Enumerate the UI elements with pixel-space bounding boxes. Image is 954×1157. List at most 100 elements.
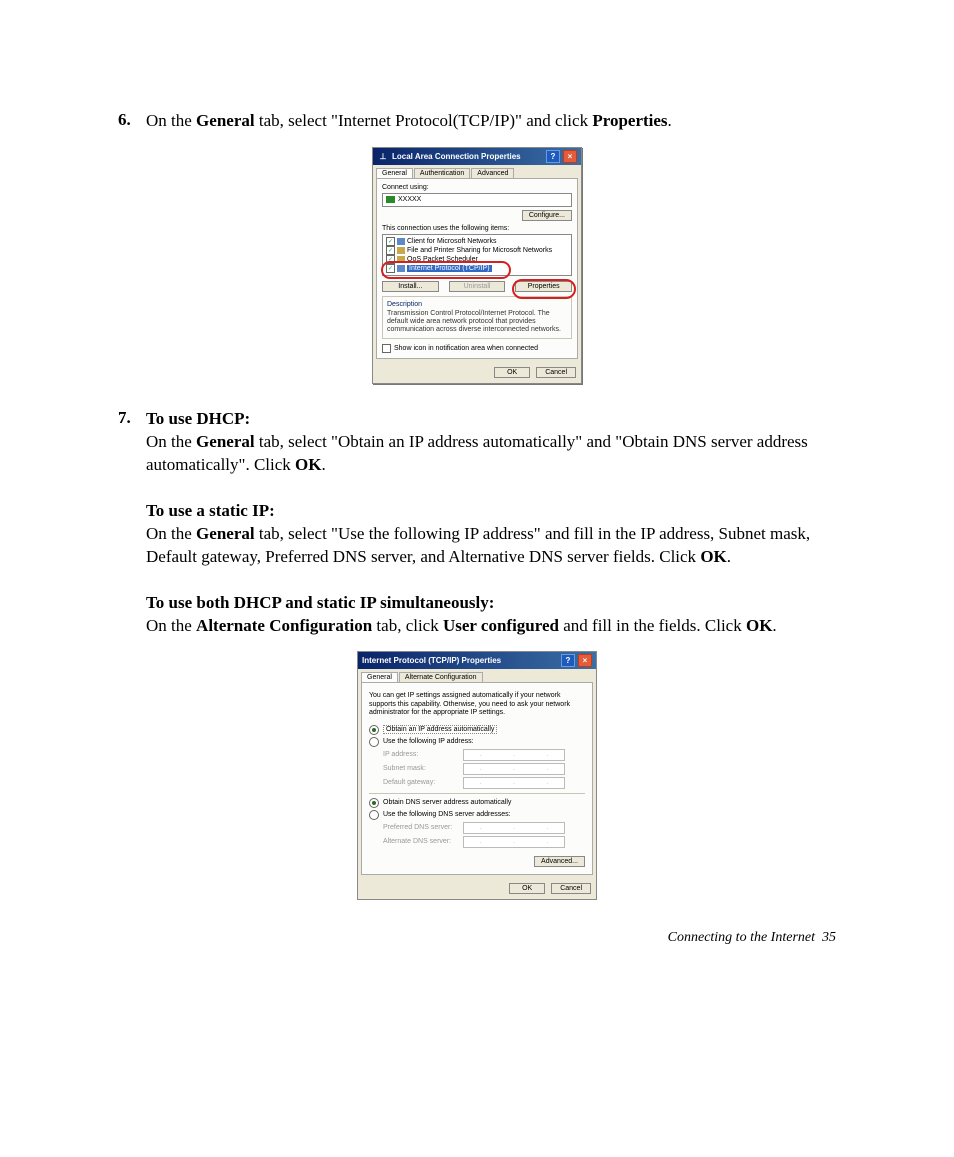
ip-input: ... xyxy=(463,836,565,848)
tab-general[interactable]: General xyxy=(361,672,398,682)
tab-advanced[interactable]: Advanced xyxy=(471,168,514,178)
heading-static: To use a static IP: xyxy=(146,501,275,520)
dialog-panel: You can get IP settings assigned automat… xyxy=(361,682,593,874)
tab-general[interactable]: General xyxy=(376,168,413,178)
bold-ok: OK xyxy=(295,455,321,474)
checkbox-icon[interactable] xyxy=(386,264,395,273)
properties-button[interactable]: Properties xyxy=(515,281,572,292)
intro-text: You can get IP settings assigned automat… xyxy=(369,692,585,716)
configure-button[interactable]: Configure... xyxy=(522,210,572,221)
uninstall-button: Uninstall xyxy=(449,281,506,292)
bold-ok: OK xyxy=(746,616,772,635)
radio-icon[interactable] xyxy=(369,725,379,735)
checkbox-icon[interactable] xyxy=(386,237,395,246)
figure-1-wrapper: ⊥ Local Area Connection Properties ? × G… xyxy=(118,147,836,384)
item-icon xyxy=(397,265,405,272)
adapter-field: XXXXX xyxy=(382,193,572,207)
bold-general: General xyxy=(196,111,255,130)
help-icon[interactable]: ? xyxy=(546,150,560,163)
radio-row-obtain-ip[interactable]: Obtain an IP address automatically xyxy=(369,725,585,735)
titlebar-icon: ⊥ xyxy=(377,151,389,162)
radio-label: Use the following DNS server addresses: xyxy=(383,811,511,818)
text: On the xyxy=(146,616,196,635)
list-item[interactable]: Client for Microsoft Networks xyxy=(385,237,569,246)
step-body: To use DHCP: On the General tab, select … xyxy=(146,408,836,637)
radio-row-use-ip[interactable]: Use the following IP address: xyxy=(369,737,585,747)
radio-row-obtain-dns[interactable]: Obtain DNS server address automatically xyxy=(369,798,585,808)
item-label: Internet Protocol (TCP/IP) xyxy=(407,265,492,272)
advanced-button[interactable]: Advanced... xyxy=(534,856,585,867)
document-page: 6. On the General tab, select "Internet … xyxy=(0,0,954,986)
field-label: Default gateway: xyxy=(383,779,463,786)
description-group: Description Transmission Control Protoco… xyxy=(382,296,572,339)
item-icon xyxy=(397,238,405,245)
dialog-panel: Connect using: XXXXX Configure... This c… xyxy=(376,178,578,359)
radio-row-use-dns[interactable]: Use the following DNS server addresses: xyxy=(369,810,585,820)
text: On the xyxy=(146,432,196,451)
radio-icon[interactable] xyxy=(369,798,379,808)
radio-icon[interactable] xyxy=(369,810,379,820)
show-icon-row[interactable]: Show icon in notification area when conn… xyxy=(382,344,572,353)
step-number: 6. xyxy=(118,110,146,133)
checkbox-icon[interactable] xyxy=(382,344,391,353)
bold-general: General xyxy=(196,524,255,543)
page-number: 35 xyxy=(822,930,836,945)
text: . xyxy=(668,111,672,130)
field-ip: IP address:... xyxy=(383,749,585,761)
item-label: Client for Microsoft Networks xyxy=(407,238,496,245)
dialog-button-row: OK Cancel xyxy=(358,878,596,899)
cancel-button[interactable]: Cancel xyxy=(551,883,591,894)
dialog-button-row: OK Cancel xyxy=(373,362,581,383)
lan-properties-dialog: ⊥ Local Area Connection Properties ? × G… xyxy=(372,147,582,384)
text: and fill in the fields. Click xyxy=(559,616,746,635)
items-list: Client for Microsoft Networks File and P… xyxy=(382,234,572,276)
dialog-title: Internet Protocol (TCP/IP) Properties xyxy=(362,656,501,665)
adapter-icon xyxy=(386,196,395,203)
ip-input: ... xyxy=(463,763,565,775)
list-item-tcpip[interactable]: Internet Protocol (TCP/IP) xyxy=(385,264,569,273)
show-icon-label: Show icon in notification area when conn… xyxy=(394,345,538,352)
field-dns2: Alternate DNS server:... xyxy=(383,836,585,848)
field-label: Alternate DNS server: xyxy=(383,838,463,845)
checkbox-icon[interactable] xyxy=(386,255,395,264)
close-icon[interactable]: × xyxy=(563,150,577,163)
tab-authentication[interactable]: Authentication xyxy=(414,168,470,178)
text: On the xyxy=(146,524,196,543)
button-row: Install... Uninstall Properties xyxy=(382,281,572,292)
field-gateway: Default gateway:... xyxy=(383,777,585,789)
text: tab, select "Internet Protocol(TCP/IP)" … xyxy=(255,111,593,130)
radio-icon[interactable] xyxy=(369,737,379,747)
connect-using-label: Connect using: xyxy=(382,184,572,191)
ip-input: ... xyxy=(463,777,565,789)
bold-general: General xyxy=(196,432,255,451)
radio-label: Obtain DNS server address automatically xyxy=(383,799,511,806)
adapter-name: XXXXX xyxy=(398,196,421,203)
close-icon[interactable]: × xyxy=(578,654,592,667)
install-button[interactable]: Install... xyxy=(382,281,439,292)
footer-text: Connecting to the Internet xyxy=(668,930,815,945)
step-number: 7. xyxy=(118,408,146,637)
list-item[interactable]: File and Printer Sharing for Microsoft N… xyxy=(385,246,569,255)
cancel-button[interactable]: Cancel xyxy=(536,367,576,378)
bold-properties: Properties xyxy=(592,111,667,130)
ok-button[interactable]: OK xyxy=(509,883,545,894)
ip-input: ... xyxy=(463,822,565,834)
tab-alternate-config[interactable]: Alternate Configuration xyxy=(399,672,483,682)
items-label: This connection uses the following items… xyxy=(382,225,572,232)
item-icon xyxy=(397,256,405,263)
dialog-title: Local Area Connection Properties xyxy=(392,152,521,161)
item-icon xyxy=(397,247,405,254)
bold-alt-config: Alternate Configuration xyxy=(196,616,372,635)
list-item[interactable]: QoS Packet Scheduler xyxy=(385,255,569,264)
tab-row: General Authentication Advanced xyxy=(373,165,581,178)
help-icon[interactable]: ? xyxy=(561,654,575,667)
text: . xyxy=(772,616,776,635)
heading-dhcp: To use DHCP: xyxy=(146,409,250,428)
checkbox-icon[interactable] xyxy=(386,246,395,255)
separator xyxy=(369,793,585,794)
ip-input: ... xyxy=(463,749,565,761)
page-footer: Connecting to the Internet 35 xyxy=(118,930,836,946)
field-label: IP address: xyxy=(383,751,463,758)
ok-button[interactable]: OK xyxy=(494,367,530,378)
field-label: Preferred DNS server: xyxy=(383,824,463,831)
